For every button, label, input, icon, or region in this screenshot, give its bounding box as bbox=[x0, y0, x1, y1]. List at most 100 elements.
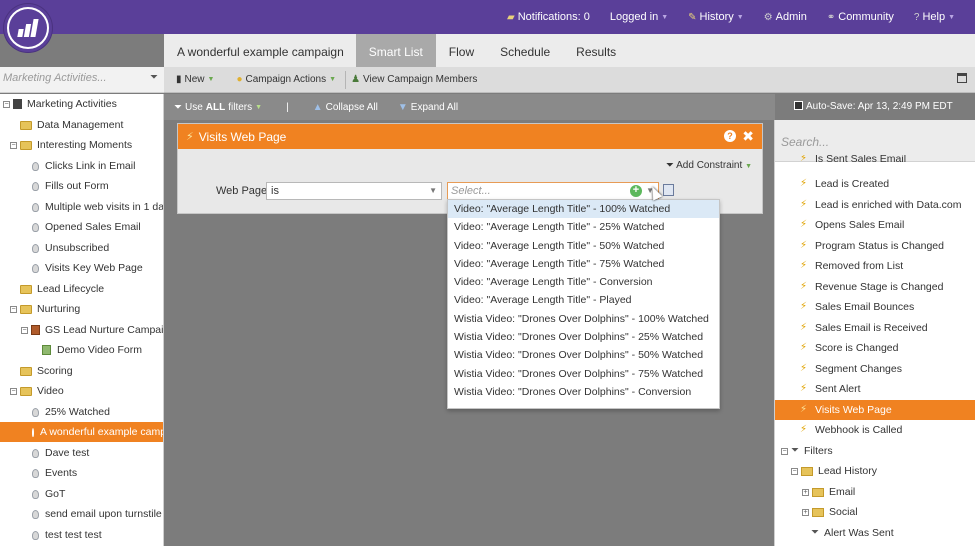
palette-filter[interactable]: ⏷ Alert Was Sent bbox=[775, 523, 975, 543]
tree-node[interactable]: Events bbox=[32, 463, 77, 483]
tree-node-label: Lead Lifecycle bbox=[37, 283, 105, 295]
palette-trigger[interactable]: ⚡ Is Sent Sales Email bbox=[775, 155, 975, 169]
dropdown-option[interactable]: Video: "Average Length Title" - 100% Wat… bbox=[448, 200, 719, 219]
tree-node-label: Interesting Moments bbox=[37, 139, 133, 151]
expand-icon[interactable]: + bbox=[802, 508, 809, 516]
tree-node[interactable]: − Video bbox=[10, 381, 64, 401]
palette-folder[interactable]: + Email bbox=[775, 482, 975, 502]
tab-schedule[interactable]: Schedule bbox=[487, 34, 563, 67]
dropdown-option[interactable]: Wistia Video: "Drones Over Dolphins" - 2… bbox=[448, 328, 719, 346]
tree-node[interactable]: Scoring bbox=[20, 361, 73, 381]
tree-node-label: Visits Key Web Page bbox=[45, 262, 143, 274]
palette-trigger[interactable]: ⚡ Sales Email is Received bbox=[775, 318, 975, 338]
history-menu[interactable]: ✎ History ▼ bbox=[688, 11, 744, 23]
filter-icon[interactable]: ⏷ bbox=[150, 72, 158, 83]
smart-campaign-icon bbox=[32, 181, 39, 191]
palette-trigger[interactable]: ⚡ Revenue Stage is Changed bbox=[775, 277, 975, 297]
dropdown-option[interactable]: Video: "Average Length Title" - Played bbox=[448, 291, 719, 309]
tree-node[interactable]: Data Management bbox=[20, 115, 123, 135]
dropdown-option[interactable]: Video: "Average Length Title" - 75% Watc… bbox=[448, 255, 719, 273]
filter-title: Visits Web Page bbox=[198, 129, 287, 144]
palette-trigger[interactable]: ⚡ Program Status is Changed bbox=[775, 236, 975, 256]
palette-trigger[interactable]: ⚡ Webhook is Called bbox=[775, 420, 975, 440]
tree-node[interactable]: Unsubscribed bbox=[32, 238, 109, 258]
tree-node-selected[interactable]: A wonderful example campaign bbox=[0, 422, 163, 442]
view-campaign-members-button[interactable]: ♟ View Campaign Members bbox=[351, 74, 477, 85]
tab-results[interactable]: Results bbox=[563, 34, 629, 67]
tree-node[interactable]: Visits Key Web Page bbox=[32, 258, 143, 278]
palette-trigger[interactable]: ⚡ Lead is enriched with Data.com bbox=[775, 195, 975, 215]
palette-trigger[interactable]: ⚡ Sales Email Bounces bbox=[775, 297, 975, 317]
folder-icon bbox=[801, 466, 813, 476]
tab-campaign-name[interactable]: A wonderful example campaign bbox=[164, 34, 356, 67]
collapse-icon[interactable]: − bbox=[10, 305, 17, 313]
community-menu[interactable]: ⚭ Community bbox=[827, 11, 894, 23]
tree-node[interactable]: GoT bbox=[32, 484, 65, 504]
tree-node[interactable]: test test test bbox=[32, 525, 102, 545]
tree-node[interactable]: Dave test bbox=[32, 443, 89, 463]
dropdown-option[interactable]: Wistia Video: "Drones Over Dolphins" - 5… bbox=[448, 346, 719, 364]
tree-node[interactable]: Clicks Link in Email bbox=[32, 156, 135, 176]
expand-all-button[interactable]: ▼ Expand All bbox=[398, 102, 458, 113]
palette-trigger[interactable]: ⚡ Removed from List bbox=[775, 256, 975, 276]
lookup-icon[interactable] bbox=[663, 184, 674, 196]
palette-trigger[interactable]: ⚡ Sent Alert bbox=[775, 379, 975, 399]
collapse-icon[interactable]: − bbox=[781, 447, 788, 455]
tree-node[interactable]: − GS Lead Nurture Campaign bbox=[21, 320, 163, 340]
palette-trigger-selected[interactable]: ⚡ Visits Web Page bbox=[775, 400, 975, 420]
dropdown-option[interactable]: Video: "Average Length Title" - 25% Watc… bbox=[448, 218, 719, 236]
palette-trigger[interactable]: ⚡ Lead is Created bbox=[775, 174, 975, 194]
palette-trigger[interactable]: ⚡ Segment Changes bbox=[775, 359, 975, 379]
help-icon[interactable]: ? bbox=[724, 130, 736, 142]
tree-node[interactable]: send email upon turnstile bbox=[32, 504, 162, 524]
tree-node[interactable]: Demo Video Form bbox=[42, 340, 142, 360]
dropdown-option[interactable]: Video: "Average Length Title" - Conversi… bbox=[448, 273, 719, 291]
new-label: New bbox=[184, 74, 205, 85]
palette-folder[interactable]: + Social bbox=[775, 502, 975, 522]
palette-group-filters[interactable]: − ⏷ Filters bbox=[775, 441, 975, 461]
tree-node[interactable]: Fills out Form bbox=[32, 176, 109, 196]
tree-node[interactable]: 25% Watched bbox=[32, 402, 110, 422]
window-icon[interactable] bbox=[957, 73, 967, 83]
dropdown-option[interactable]: Video: "Average Length Title" - 50% Watc… bbox=[448, 237, 719, 255]
operator-value: is bbox=[271, 185, 279, 197]
collapse-icon[interactable]: − bbox=[791, 467, 798, 475]
tree-node[interactable]: − Nurturing bbox=[10, 299, 80, 319]
collapse-icon[interactable]: − bbox=[21, 326, 28, 334]
folder-icon bbox=[812, 507, 824, 517]
collapse-icon[interactable]: − bbox=[10, 387, 17, 395]
palette-trigger[interactable]: ⚡ Opens Sales Email bbox=[775, 215, 975, 235]
marketo-logo[interactable] bbox=[4, 4, 52, 52]
collapse-icon[interactable]: − bbox=[10, 141, 17, 149]
close-icon[interactable]: ✖ bbox=[742, 128, 754, 145]
admin-menu[interactable]: ⚙ Admin bbox=[764, 11, 807, 23]
collapse-icon[interactable]: − bbox=[3, 100, 10, 108]
add-icon[interactable]: + bbox=[630, 185, 642, 197]
logged-in-menu[interactable]: Logged in ▼ bbox=[610, 11, 668, 23]
chevron-down-icon: ▼ bbox=[736, 13, 744, 21]
tab-flow[interactable]: Flow bbox=[436, 34, 487, 67]
palette-folder[interactable]: − Lead History bbox=[775, 461, 975, 481]
tree-node[interactable]: Lead Lifecycle bbox=[20, 279, 104, 299]
tree-node[interactable]: − Interesting Moments bbox=[10, 135, 132, 155]
notifications-menu[interactable]: ▰ Notifications: 0 bbox=[507, 11, 590, 23]
tab-smart-list[interactable]: Smart List bbox=[355, 34, 436, 67]
tree-node[interactable]: Opened Sales Email bbox=[32, 217, 141, 237]
dropdown-option[interactable]: Wistia Video: "Drones Over Dolphins" - 7… bbox=[448, 365, 719, 383]
dropdown-option[interactable]: Wistia Video: "Drones Over Dolphins" - C… bbox=[448, 383, 719, 401]
campaign-actions-button[interactable]: ● Campaign Actions ▼ bbox=[236, 74, 336, 85]
dropdown-option[interactable]: Wistia Video: "Drones Over Dolphins" - 1… bbox=[448, 310, 719, 328]
expand-icon[interactable]: + bbox=[802, 488, 809, 496]
tree-node[interactable]: − Marketing Activities bbox=[3, 94, 117, 114]
collapse-all-button[interactable]: ▲ Collapse All bbox=[313, 102, 378, 113]
add-constraint-button[interactable]: ⏷ Add Constraint ▼ bbox=[666, 160, 752, 171]
operator-select[interactable]: is ▼ bbox=[266, 182, 442, 200]
help-menu[interactable]: ? Help ▼ bbox=[914, 11, 955, 23]
palette-trigger[interactable]: ⚡ Score is Changed bbox=[775, 338, 975, 358]
tree-node[interactable]: Multiple web visits in 1 day bbox=[32, 197, 163, 217]
filter-logic-button[interactable]: ⏷ Use ALL filters ▼ bbox=[174, 102, 262, 113]
new-button[interactable]: ▮ New ▼ bbox=[176, 74, 214, 85]
tree-search[interactable]: Marketing Activities... ⏷ bbox=[0, 67, 164, 93]
web-page-value-select[interactable]: Select... + ▼ bbox=[447, 182, 659, 200]
chevron-down-icon: ▼ bbox=[745, 163, 752, 170]
